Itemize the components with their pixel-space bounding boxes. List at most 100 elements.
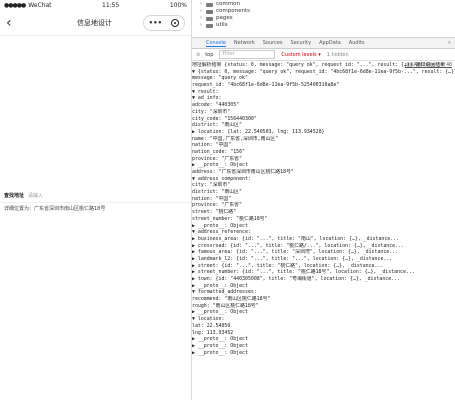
console-line[interactable]: ▼ formatted_addresses:	[192, 289, 455, 296]
console-line-text: ▶ location: {lat: 22.540503, lng: 113.93…	[192, 128, 325, 135]
console-line-text: ▼ ad_info:	[192, 95, 222, 102]
console-line-text: district: "南山区"	[192, 189, 243, 196]
console-line[interactable]: name: "中国,广东省,深圳市,南山区"	[192, 136, 455, 143]
clear-console-icon[interactable]: ⊘	[196, 52, 200, 58]
console-line[interactable]: nation: "中国"	[192, 142, 455, 149]
console-line[interactable]: ▼ {status: 0, message: "query ok", reque…	[192, 69, 455, 76]
console-line[interactable]: province: "广东省"	[192, 156, 455, 163]
tree-item-utils[interactable]: › utils	[200, 22, 455, 29]
tree-item-label: utils	[216, 22, 228, 28]
folder-icon	[206, 2, 213, 7]
console-line[interactable]: street_number: "桃仁路18号"	[192, 216, 455, 223]
console-line[interactable]: ▼ location:	[192, 316, 455, 323]
console-line-text: ▼ address_reference:	[192, 229, 251, 236]
page-title: 信息地设计	[77, 19, 112, 27]
console-line[interactable]: lat: 22.54050	[192, 323, 455, 330]
console-line[interactable]: district: "南山区"	[192, 122, 455, 129]
console-line[interactable]: province: "广东省"	[192, 202, 455, 209]
console-line[interactable]: city: "深圳市"	[192, 109, 455, 116]
console-line[interactable]: recommend: "南山区桃仁路18号"	[192, 296, 455, 303]
console-line[interactable]: ▼ ad_info:	[192, 95, 455, 102]
capsule-menu[interactable]: •••	[143, 15, 185, 31]
console-line-text: nation_code: "156"	[192, 148, 245, 155]
console-line[interactable]: city_code: "156440300"	[192, 116, 455, 123]
console-line[interactable]: poiAddress.js:48 地址解析结果 {status: 0, messa…	[192, 62, 455, 69]
console-line-text: city_code: "156440300"	[192, 115, 257, 122]
folder-icon	[206, 23, 213, 28]
tree-item-label: components	[216, 8, 250, 14]
console-line-text: ▶ __proto__: Object	[192, 336, 248, 343]
battery-level: 100%	[169, 2, 187, 9]
console-line[interactable]: city: "深圳市"	[192, 182, 455, 189]
console-line[interactable]: rough: "南山区桃仁路18号"	[192, 303, 455, 310]
console-filter-input[interactable]: Filter	[219, 50, 276, 59]
console-line-text: ▶ __proto__: Object	[192, 349, 248, 356]
tree-item-components[interactable]: › components	[200, 8, 455, 15]
console-line-text: lng: 113.93452	[192, 329, 234, 336]
console-line-text: address: "广东省深圳市南山区桃仁路18号"	[192, 169, 294, 175]
console-line[interactable]: ▼ address_reference:	[192, 229, 455, 236]
console-line[interactable]: lng: 113.93452	[192, 330, 455, 337]
console-line-text: lat: 22.54050	[192, 322, 231, 329]
console-line[interactable]: ▶ __proto__: Object	[192, 309, 455, 316]
console-line[interactable]: ▶ location: {lat: 22.540503, lng: 113.93…	[192, 129, 455, 136]
console-line-text: ▼ result:	[192, 88, 219, 95]
console-line[interactable]: message: "query ok"	[192, 75, 455, 82]
file-tree: › common › components › pages › utils	[192, 0, 455, 38]
console-line[interactable]: ▶ __proto__: Object	[192, 223, 455, 230]
console-line[interactable]: ▶ crossroad: {id: "...", title: "桃仁路/...…	[192, 243, 455, 250]
console-line[interactable]: street: "桃仁路"	[192, 209, 455, 216]
console-line[interactable]: ▶ __proto__: Object	[192, 343, 455, 350]
tab-security[interactable]: Security	[291, 40, 312, 46]
console-line[interactable]: ▶ town: {id: "440305008", title: "粤海街道",…	[192, 276, 455, 283]
console-line[interactable]: nation_code: "156"	[192, 149, 455, 156]
console-line[interactable]: ▶ __proto__: Object	[192, 162, 455, 169]
console-line[interactable]: ▶ famous_area: {id: "...", title: "深圳湾",…	[192, 249, 455, 256]
console-line-text: ▶ famous_area: {id: "...", title: "深圳湾",…	[192, 249, 399, 256]
hidden-count: 1 hidden	[326, 51, 349, 58]
back-arrow-icon[interactable]: ‹	[6, 15, 46, 31]
devtools-tab-bar: Console Network Sources Security AppData…	[192, 38, 455, 49]
address-search-row[interactable]: 查找地址 请输入	[0, 188, 191, 203]
tree-item-label: common	[216, 1, 240, 7]
phone-simulator: ●●●●● WeChat 11:55 100% ‹ 信息地设计 ••• 查找地址…	[0, 0, 192, 400]
more-icon[interactable]: •••	[149, 19, 162, 27]
tab-audits[interactable]: Audits	[349, 40, 365, 46]
tree-item-common[interactable]: › common	[200, 1, 455, 8]
address-input[interactable]: 请输入	[28, 192, 43, 199]
console-line[interactable]: ▶ street_number: {id: "...", title: "桃仁路…	[192, 269, 455, 276]
console-line[interactable]: address: "广东省深圳市南山区桃仁路18号"	[192, 169, 455, 176]
console-line[interactable]: ▶ landmark_l2: {id: "...", title: "...",…	[192, 256, 455, 263]
folder-icon	[206, 16, 213, 21]
console-line-text: ▶ street: {id: "...", title: "桃仁路", loca…	[192, 262, 384, 269]
tab-console[interactable]: Console	[206, 40, 226, 47]
console-line[interactable]: ▼ result:	[192, 89, 455, 96]
console-line[interactable]: request_id: "4bc68f1e-6d8e-11ea-9f5b-525…	[192, 82, 455, 89]
close-miniprogram-icon[interactable]	[171, 19, 180, 27]
console-line[interactable]: nation: "中国"	[192, 196, 455, 203]
console-line[interactable]: ▼ address_component:	[192, 176, 455, 183]
tab-sources[interactable]: Sources	[263, 40, 283, 46]
console-line[interactable]: ▶ street: {id: "...", title: "桃仁路", loca…	[192, 263, 455, 270]
console-line[interactable]: ▶ __proto__: Object	[192, 283, 455, 290]
console-line[interactable]: ▶ __proto__: Object	[192, 350, 455, 357]
console-line-text: ▶ business_area: {id: "...", title: "南山"…	[192, 235, 400, 242]
more-tabs-icon[interactable]: »	[448, 40, 451, 46]
devtools-panel: › common › components › pages › utils Co…	[192, 0, 455, 400]
console-line[interactable]: district: "南山区"	[192, 189, 455, 196]
console-line-text: street: "桃仁路"	[192, 209, 237, 216]
console-line-text: city: "深圳市"	[192, 108, 231, 115]
console-line-text: province: "广东省"	[192, 155, 243, 162]
console-line[interactable]: ▶ __proto__: Object	[192, 336, 455, 343]
context-selector[interactable]: top	[205, 52, 213, 58]
console-line-text: ▶ __proto__: Object	[192, 282, 248, 289]
console-line-text: ▶ town: {id: "440305008", title: "粤海街道",…	[192, 276, 401, 282]
log-levels-dropdown[interactable]: Custom levels ▾	[281, 52, 320, 58]
tree-item-pages[interactable]: › pages	[200, 15, 455, 22]
console-line-text: 地址解析结果 {status: 0, message: "query ok", …	[192, 62, 446, 68]
console-line[interactable]: adcode: "440305"	[192, 102, 455, 109]
tab-network[interactable]: Network	[234, 40, 255, 46]
tab-appdata[interactable]: AppData	[319, 40, 341, 46]
console-line[interactable]: ▶ business_area: {id: "...", title: "南山"…	[192, 236, 455, 243]
navigation-bar: ‹ 信息地设计 •••	[0, 11, 191, 36]
